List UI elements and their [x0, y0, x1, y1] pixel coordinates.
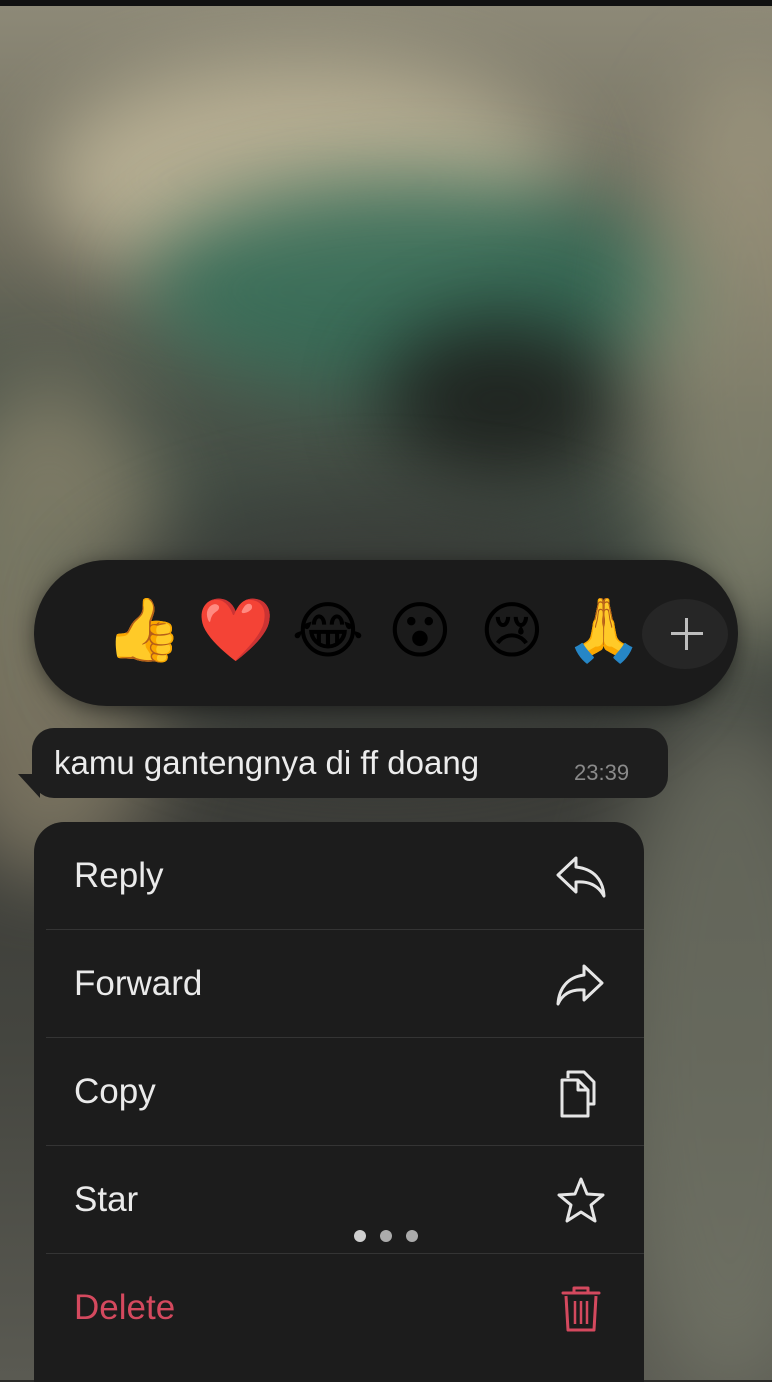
message-context-menu: Reply Forward Copy Star Delete: [34, 822, 644, 1382]
page-indicator: [354, 1230, 418, 1244]
menu-item-label: Delete: [74, 1288, 176, 1327]
menu-item-label: Reply: [74, 856, 164, 895]
folded-hands-reaction[interactable]: 🙏: [564, 590, 644, 670]
message-timestamp: 23:39: [574, 760, 630, 785]
reaction-bar: 👍 ❤️ 😂 😮 😢 🙏: [34, 560, 738, 706]
reply-icon: [554, 852, 608, 902]
menu-item-forward[interactable]: Forward: [34, 930, 644, 1037]
heart-reaction[interactable]: ❤️: [196, 590, 276, 670]
crying-reaction[interactable]: 😢: [472, 590, 552, 670]
thumbs-up-reaction[interactable]: 👍: [104, 590, 184, 670]
menu-item-label: Copy: [74, 1072, 156, 1111]
laughing-reaction[interactable]: 😂: [288, 590, 368, 670]
menu-item-label: Star: [74, 1180, 139, 1219]
menu-item-label: Forward: [74, 964, 203, 1003]
more-reactions-button[interactable]: [642, 599, 728, 669]
message-bubble-tail: [18, 774, 40, 798]
menu-item-copy[interactable]: Copy: [34, 1038, 644, 1145]
surprised-reaction[interactable]: 😮: [380, 590, 460, 670]
forward-icon: [554, 960, 608, 1010]
star-icon: [554, 1176, 608, 1226]
trash-icon: [554, 1284, 608, 1334]
message-text: kamu gantengnya di ff doang: [54, 744, 480, 781]
menu-item-star[interactable]: Star: [34, 1146, 644, 1253]
copy-icon: [554, 1068, 608, 1118]
status-bar-edge: [0, 0, 772, 6]
menu-item-delete[interactable]: Delete: [34, 1254, 644, 1361]
menu-item-reply[interactable]: Reply: [34, 822, 644, 929]
